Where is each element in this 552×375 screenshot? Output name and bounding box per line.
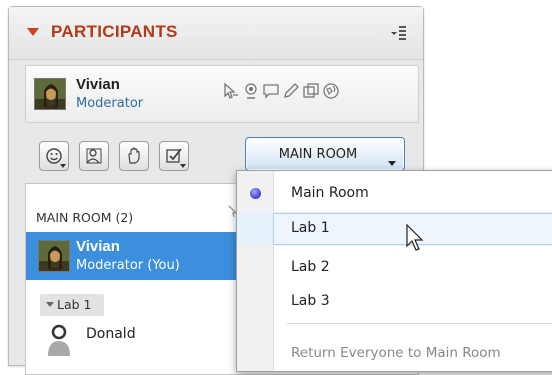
room-heading: MAIN ROOM (2) <box>36 210 134 225</box>
raise-hand-button[interactable] <box>119 141 149 171</box>
my-role: Moderator <box>76 96 144 111</box>
menu-item-label: Lab 3 <box>291 293 330 309</box>
menu-item-label: Lab 1 <box>291 220 330 236</box>
menu-item-label: Lab 2 <box>291 259 330 275</box>
menu-item-main-room[interactable]: Main Room <box>237 177 552 211</box>
menu-divider <box>287 323 552 324</box>
checkbox-icon <box>166 148 182 163</box>
mouse-cursor-icon <box>406 223 426 258</box>
panel-title: PARTICIPANTS <box>51 22 178 41</box>
my-name: Vivian <box>76 76 120 93</box>
pointer-permission-icon[interactable] <box>222 82 240 100</box>
pencil-permission-icon[interactable] <box>282 82 300 100</box>
chat-permission-icon[interactable] <box>262 82 280 100</box>
panel-menu-icon[interactable] <box>389 23 407 41</box>
panel-header: PARTICIPANTS <box>9 7 423 60</box>
collapse-arrow-icon[interactable] <box>27 28 39 36</box>
smiley-icon <box>46 148 62 164</box>
avatar <box>38 240 70 272</box>
participant-name[interactable]: Donald <box>86 326 136 342</box>
avatar <box>34 78 66 110</box>
radio-selected-icon <box>250 188 261 199</box>
menu-item-lab-2[interactable]: Lab 2 <box>237 251 552 285</box>
browser-permission-icon[interactable] <box>322 82 340 100</box>
user-search-icon <box>86 148 102 164</box>
chevron-down-icon <box>388 161 396 166</box>
group-label: Lab 1 <box>57 297 92 312</box>
my-status-card: Vivian Moderator <box>25 65 419 123</box>
breakout-group-header[interactable]: Lab 1 <box>40 294 104 316</box>
share-permission-icon[interactable] <box>302 82 320 100</box>
hand-icon <box>128 147 140 164</box>
permission-icons <box>222 82 340 100</box>
participant-name: Vivian <box>76 238 120 255</box>
menu-item-lab-1[interactable]: Lab 1 <box>237 212 552 246</box>
participant-role: Moderator (You) <box>76 258 180 273</box>
menu-item-return-everyone[interactable]: Return Everyone to Main Room <box>291 345 501 361</box>
room-select-label: MAIN ROOM <box>278 147 358 162</box>
user-silhouette-icon <box>46 324 72 356</box>
room-select-button[interactable]: MAIN ROOM <box>245 137 405 171</box>
room-dropdown-menu: Main Room Lab 1 Lab 2 Lab 3 Return Every… <box>236 170 552 372</box>
menu-item-lab-3[interactable]: Lab 3 <box>237 285 552 319</box>
profile-button[interactable] <box>79 141 109 171</box>
expand-arrow-icon <box>46 302 54 307</box>
webcam-permission-icon[interactable] <box>242 82 260 100</box>
checklist-button[interactable] <box>159 141 189 171</box>
emoticon-button[interactable] <box>39 141 69 171</box>
menu-item-label: Main Room <box>291 185 369 201</box>
